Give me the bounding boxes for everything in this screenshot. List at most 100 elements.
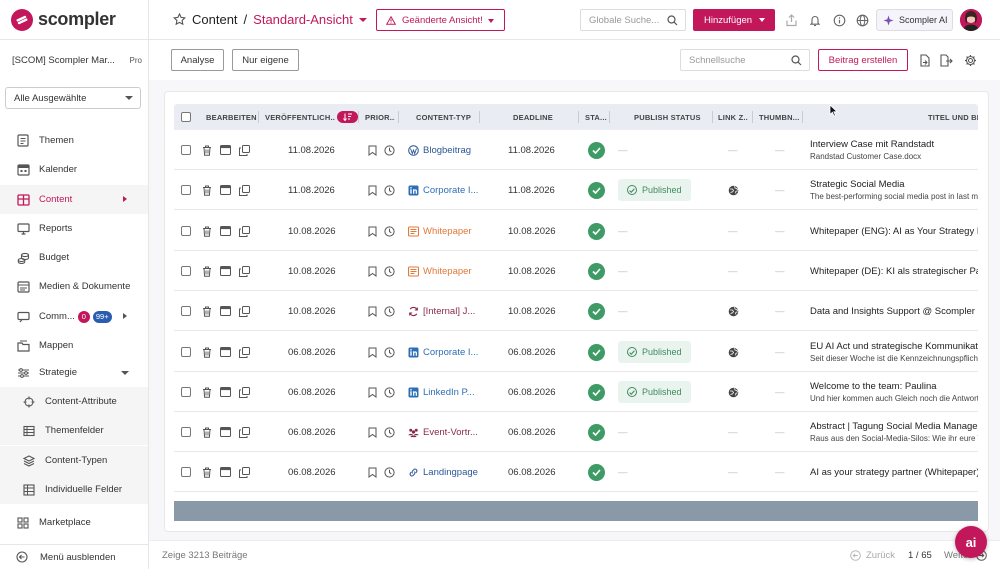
col-header-published[interactable]: VERÖFFENTLICH... (265, 104, 335, 130)
row-checkbox[interactable] (181, 372, 191, 412)
trash-icon[interactable] (202, 130, 212, 170)
scompler-ai-button[interactable]: Scompler AI (876, 9, 953, 31)
title-cell[interactable]: Data and Insights Support @ Scompler (810, 291, 978, 331)
col-header-edit[interactable]: BEARBEITEN (206, 104, 257, 130)
title-cell[interactable]: Welcome to the team: Paulina Und hier ko… (810, 372, 978, 412)
status-check-icon[interactable] (588, 251, 605, 291)
content-type[interactable]: LinkedIn P... (408, 372, 478, 412)
ai-assistant-button[interactable]: ai (955, 526, 987, 558)
title-cell[interactable]: EU AI Act und strategische Kommunikation… (810, 332, 978, 372)
clock-icon[interactable] (384, 291, 395, 331)
global-search-input[interactable]: Globale Suche... (580, 9, 686, 31)
trash-icon[interactable] (202, 291, 212, 331)
preview-window-icon[interactable] (220, 170, 231, 210)
status-check-icon[interactable] (588, 452, 605, 492)
content-type[interactable]: Landingpage (408, 452, 478, 492)
row-checkbox[interactable] (181, 130, 191, 170)
quick-search-input[interactable]: Schnellsuche (680, 49, 810, 71)
user-avatar[interactable] (960, 9, 982, 31)
clock-icon[interactable] (384, 412, 395, 452)
sidebar-item-budget[interactable]: Budget (0, 243, 148, 272)
sidebar-item-comm[interactable]: Comm... 0 99+ (0, 302, 148, 331)
previous-page-button[interactable]: Zurück (850, 550, 895, 561)
table-row[interactable]: 11.08.2026 Corporate I... 11.08.2026 Pub… (174, 170, 978, 210)
sidebar-item-marketplace[interactable]: Marketplace (0, 508, 148, 537)
bookmark-icon[interactable] (368, 170, 377, 210)
table-row[interactable]: 06.08.2026 Landingpage 06.08.2026 — — — … (174, 452, 978, 492)
table-row[interactable]: 10.08.2026 Whitepaper 10.08.2026 — — — W… (174, 251, 978, 291)
preview-window-icon[interactable] (220, 130, 231, 170)
row-checkbox[interactable] (181, 170, 191, 210)
row-checkbox[interactable] (181, 291, 191, 331)
clock-icon[interactable] (384, 372, 395, 412)
sidebar-item-reports[interactable]: Reports (0, 214, 148, 243)
sidebar-subitem-themenfelder[interactable]: Themenfelder (0, 416, 148, 445)
clock-icon[interactable] (384, 130, 395, 170)
preview-window-icon[interactable] (220, 372, 231, 412)
status-check-icon[interactable] (588, 211, 605, 251)
bookmark-icon[interactable] (368, 372, 377, 412)
bookmark-icon[interactable] (368, 251, 377, 291)
table-row[interactable]: 10.08.2026 Whitepaper 10.08.2026 — — — W… (174, 211, 978, 251)
table-row[interactable]: 11.08.2026 Blogbeitrag 11.08.2026 — — — … (174, 130, 978, 170)
bookmark-icon[interactable] (368, 412, 377, 452)
col-header-content-type[interactable]: CONTENT-TYP (416, 104, 471, 130)
title-cell[interactable]: Abstract | Tagung Social Media Managemen… (810, 412, 978, 452)
content-type[interactable]: Event-Vortr... (408, 412, 478, 452)
duplicate-icon[interactable] (239, 372, 250, 412)
preview-window-icon[interactable] (220, 452, 231, 492)
sort-desc-badge[interactable] (334, 104, 358, 130)
collapse-menu-button[interactable]: Menü ausblenden (0, 544, 148, 569)
bell-icon[interactable] (807, 12, 823, 28)
workspace-selector[interactable]: [SCOM] Scompler Mar... Pro (12, 55, 142, 66)
sidebar-item-kalender[interactable]: Kalender (0, 155, 148, 184)
chevron-down-icon[interactable] (358, 17, 367, 22)
duplicate-icon[interactable] (239, 291, 250, 331)
table-row[interactable]: 06.08.2026 Corporate I... 06.08.2026 Pub… (174, 332, 978, 372)
row-checkbox[interactable] (181, 332, 191, 372)
content-type[interactable]: Whitepaper (408, 251, 478, 291)
import-icon[interactable] (916, 52, 932, 68)
select-all-checkbox[interactable] (181, 104, 191, 130)
row-checkbox[interactable] (181, 452, 191, 492)
row-checkbox[interactable] (181, 211, 191, 251)
sidebar-subitem-individuelle-felder[interactable]: Individuelle Felder (0, 475, 148, 504)
sidebar-item-strategie[interactable]: Strategie (0, 358, 148, 387)
col-header-deadline[interactable]: DEADLINE (513, 104, 553, 130)
sidebar-item-medien[interactable]: Medien & Dokumente (0, 272, 148, 301)
bookmark-icon[interactable] (368, 211, 377, 251)
col-header-link[interactable]: LINK Z... (718, 104, 748, 130)
bookmark-icon[interactable] (368, 452, 377, 492)
add-button[interactable]: Hinzufügen (693, 9, 775, 31)
analyse-button[interactable]: Analyse (171, 49, 224, 71)
duplicate-icon[interactable] (239, 251, 250, 291)
duplicate-icon[interactable] (239, 211, 250, 251)
changed-view-button[interactable]: Geänderte Ansicht! (376, 9, 505, 31)
title-cell[interactable]: Whitepaper (ENG): AI as Your Strategy Pa… (810, 211, 978, 251)
content-type[interactable]: Whitepaper (408, 211, 478, 251)
trash-icon[interactable] (202, 332, 212, 372)
preview-window-icon[interactable] (220, 332, 231, 372)
create-post-button[interactable]: Beitrag erstellen (818, 49, 908, 71)
settings-gear-icon[interactable] (962, 52, 978, 68)
clock-icon[interactable] (384, 452, 395, 492)
trash-icon[interactable] (202, 452, 212, 492)
trash-icon[interactable] (202, 412, 212, 452)
duplicate-icon[interactable] (239, 130, 250, 170)
duplicate-icon[interactable] (239, 170, 250, 210)
trash-icon[interactable] (202, 251, 212, 291)
title-cell[interactable]: Interview Case mit Randstadt Randstad Cu… (810, 130, 978, 170)
bookmark-icon[interactable] (368, 130, 377, 170)
row-checkbox[interactable] (181, 412, 191, 452)
globe-icon[interactable] (728, 347, 739, 358)
table-row[interactable]: 10.08.2026 [Internal] J... 10.08.2026 — … (174, 291, 978, 331)
bookmark-icon[interactable] (368, 332, 377, 372)
col-header-thumbnail[interactable]: THUMBN... (759, 104, 799, 130)
table-row[interactable]: 06.08.2026 LinkedIn P... 06.08.2026 Publ… (174, 372, 978, 412)
title-cell[interactable]: Whitepaper (DE): KI als strategischer Pa… (810, 251, 978, 291)
status-check-icon[interactable] (588, 291, 605, 331)
duplicate-icon[interactable] (239, 412, 250, 452)
clock-icon[interactable] (384, 211, 395, 251)
filter-select[interactable]: Alle Ausgewählte (5, 87, 141, 109)
col-header-title[interactable]: TITEL UND BESCHREIBUNG (928, 104, 978, 130)
